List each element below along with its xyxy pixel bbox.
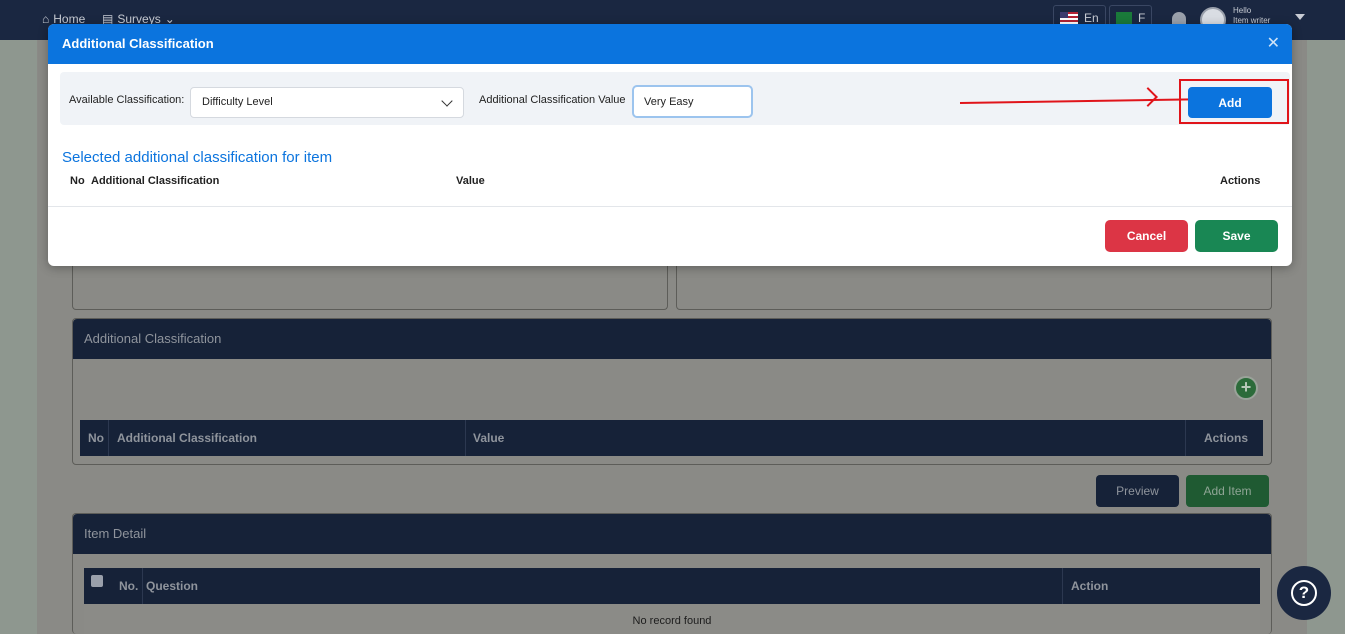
modal-title: Additional Classification — [62, 36, 214, 51]
question-icon: ? — [1291, 580, 1317, 606]
item-header-action: Action — [1071, 579, 1109, 593]
item-header-question: Question — [146, 579, 199, 593]
us-flag-icon — [1060, 12, 1078, 24]
classification-filter-bar: Available Classification: Difficulty Lev… — [60, 72, 1290, 125]
header-additional-classification: Additional Classification — [91, 175, 220, 187]
item-detail-title: Item Detail — [73, 514, 1271, 554]
modal-header: Additional Classification ✕ — [48, 24, 1292, 64]
preview-button[interactable]: Preview — [1096, 475, 1179, 507]
chevron-down-icon — [441, 95, 453, 107]
header-value: Value — [456, 175, 485, 187]
add-classification-icon[interactable]: + — [1234, 376, 1258, 400]
select-all-checkbox[interactable] — [91, 575, 103, 587]
save-button[interactable]: Save — [1195, 220, 1278, 252]
classification-value-label: Additional Classification Value — [479, 94, 626, 106]
help-button[interactable]: ? — [1277, 566, 1331, 620]
item-header-no: No. — [119, 579, 139, 593]
bg-header-value: Value — [473, 431, 505, 445]
bg-header-actions: Actions — [1204, 431, 1249, 445]
hello-label: Hello — [1233, 6, 1252, 15]
language-en-label: En — [1084, 11, 1099, 25]
header-no: No — [70, 175, 85, 187]
language-other-label: F — [1138, 11, 1146, 25]
caret-down-icon[interactable] — [1295, 14, 1305, 20]
bg-card-left — [72, 262, 668, 310]
bg-header-no: No — [88, 431, 104, 445]
additional-classification-modal: Additional Classification ✕ Available Cl… — [48, 24, 1292, 266]
add-button[interactable]: Add — [1188, 87, 1272, 118]
available-classification-label: Available Classification: — [69, 94, 185, 106]
close-icon[interactable]: ✕ — [1267, 24, 1280, 64]
item-table-header: No. Question Action — [84, 568, 1260, 604]
selected-classification-title: Selected additional classification for i… — [62, 149, 333, 166]
modal-footer-divider — [48, 206, 1292, 207]
available-classification-select[interactable]: Difficulty Level — [190, 87, 464, 118]
bg-header-classification: Additional Classification — [117, 431, 258, 445]
section-title: Additional Classification — [73, 319, 1271, 359]
bg-classification-table-header: No Additional Classification Value Actio… — [80, 420, 1263, 456]
classification-value-input[interactable] — [632, 85, 753, 118]
no-record-text: No record found — [84, 604, 1260, 634]
user-greeting: Hello Item writer — [1233, 6, 1270, 26]
add-item-button[interactable]: Add Item — [1186, 475, 1269, 507]
selected-classification: Difficulty Level — [202, 96, 273, 108]
bg-card-right — [676, 262, 1272, 310]
sa-flag-icon — [1116, 12, 1132, 24]
cancel-button[interactable]: Cancel — [1105, 220, 1188, 252]
header-actions: Actions — [1220, 175, 1261, 187]
